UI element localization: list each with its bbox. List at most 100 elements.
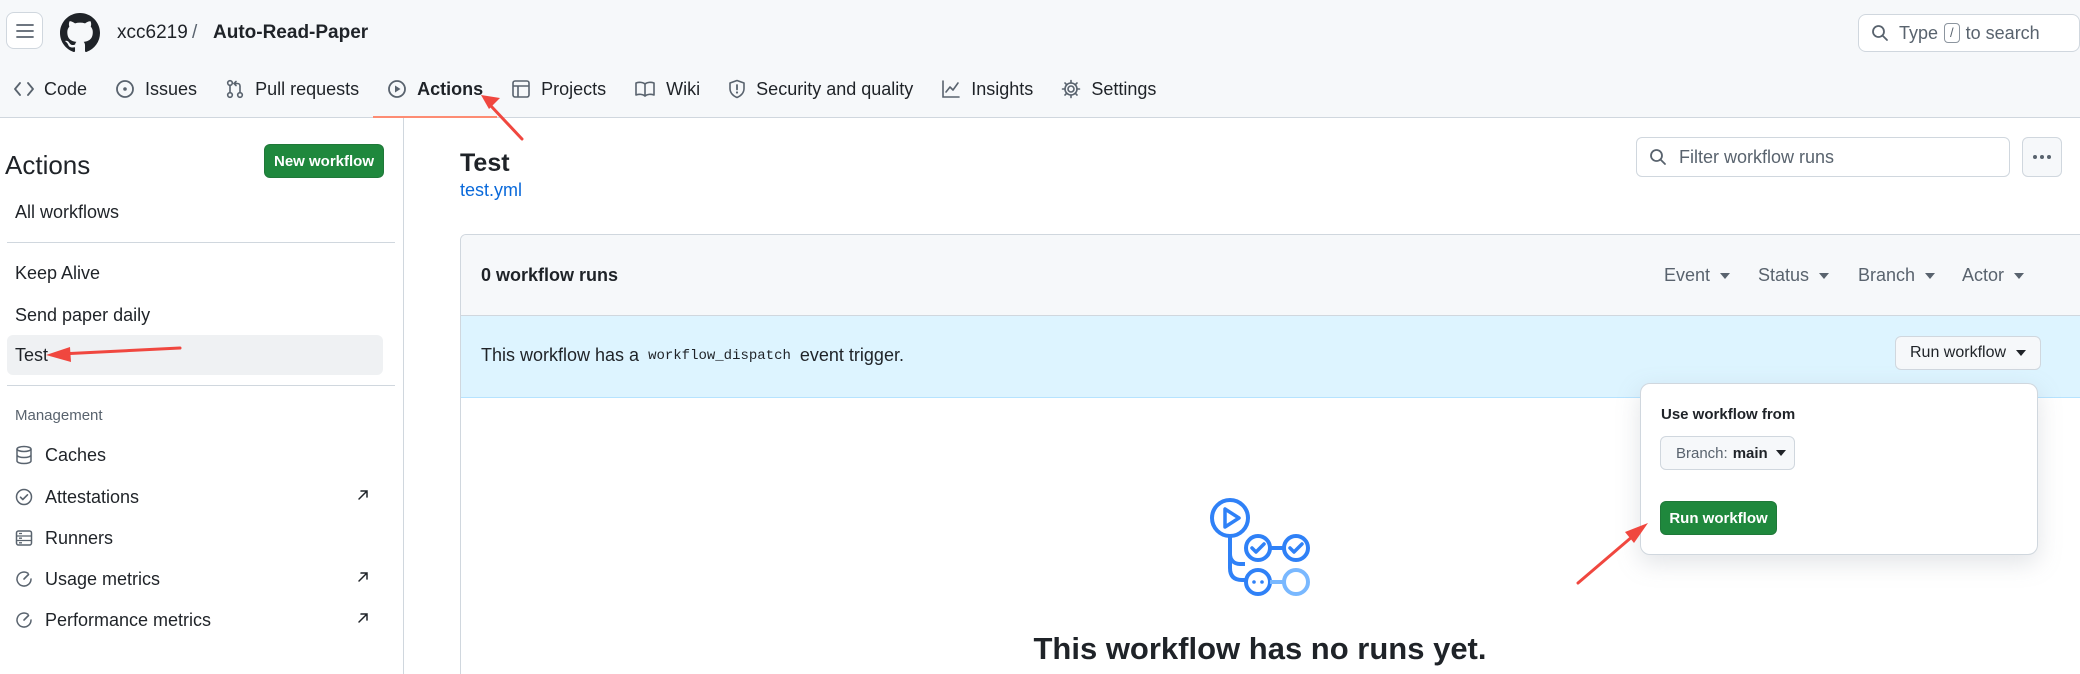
filter-label: Branch [1858,265,1916,285]
new-workflow-button[interactable]: New workflow [264,144,384,178]
info-code: workflow_dispatch [648,347,791,364]
book-icon [635,81,655,97]
sidebar-item-attestations[interactable]: Attestations [7,477,383,517]
play-icon [388,80,407,98]
sidebar-divider [7,242,395,243]
sidebar-item-label: Caches [45,444,107,465]
info-suffix: event trigger. [799,345,904,365]
sidebar-item-test[interactable]: Test [7,335,383,375]
sidebar-item-all-workflows[interactable]: All workflows [7,192,383,232]
repo-tabs: Code Issues Pull requests Actions Projec… [0,70,1170,118]
meter-icon [16,612,32,628]
menu-button[interactable] [6,12,43,49]
breadcrumb-repo[interactable]: Auto-Read-Paper [213,20,368,46]
git-pull-request-icon [226,79,244,99]
sidebar-item-send-paper-daily[interactable]: Send paper daily [7,295,383,335]
caret-down-icon [2014,272,2025,279]
management-heading: Management [15,407,103,424]
sidebar-item-label: All workflows [15,201,120,222]
search-icon [1650,149,1666,165]
more-options-button[interactable] [2022,137,2062,177]
workflow-graph-icon [1210,498,1310,596]
search-icon [1872,25,1888,41]
caret-down-icon [1819,272,1830,279]
sidebar-item-label: Send paper daily [15,304,151,325]
filter-event-dropdown[interactable]: Event [1664,265,1731,286]
external-link-icon [358,490,368,500]
info-prefix: This workflow has a [481,345,640,365]
sidebar-item-keep-alive[interactable]: Keep Alive [7,253,383,293]
meter-icon [16,571,32,587]
run-workflow-dropdown[interactable]: Run workflow [1895,336,2041,370]
database-icon [16,445,32,465]
branch-value: main [1732,444,1768,462]
tab-wiki[interactable]: Wiki [620,70,714,108]
actions-sidebar: Actions New workflow All workflows Keep … [0,118,404,674]
tab-security[interactable]: Security and quality [714,70,927,108]
sidebar-divider [7,385,395,386]
use-workflow-from-label: Use workflow from [1661,406,1796,423]
shield-icon [729,79,745,99]
branch-prefix: Branch: [1676,444,1728,462]
sidebar-item-label: Performance metrics [45,609,212,630]
code-icon [14,82,34,96]
tab-label: Settings [1091,78,1157,99]
tab-pull-requests[interactable]: Pull requests [211,70,373,108]
filter-label: Actor [1962,265,2005,285]
external-link-icon [358,613,368,623]
breadcrumb-owner[interactable]: xcc6219 [117,20,188,46]
tab-label: Projects [541,78,607,99]
sidebar-item-runners[interactable]: Runners [7,518,383,558]
breadcrumb-separator: / [192,22,198,43]
run-workflow-dropdown-label: Run workflow [1909,344,2007,361]
filter-workflow-runs-input[interactable]: Filter workflow runs [1636,137,2010,177]
filter-placeholder: Filter workflow runs [1679,146,1835,167]
filter-branch-dropdown[interactable]: Branch [1858,265,1936,286]
tab-label: Actions [417,78,484,99]
hamburger-icon [15,23,34,38]
branch-select[interactable]: Branch: main [1660,436,1795,470]
global-search-input[interactable]: Type / to search [1858,14,2080,52]
run-workflow-button[interactable]: Run workflow [1660,501,1777,535]
tab-insights[interactable]: Insights [927,70,1047,108]
graph-icon [942,80,961,98]
tab-projects[interactable]: Projects [497,70,620,108]
workflow-title: Test [460,149,510,177]
run-workflow-popover: Use workflow from Branch: main Run workf… [1640,383,2038,555]
search-suffix: to search [1965,22,2040,43]
tab-actions[interactable]: Actions [373,70,498,118]
runs-box-header: 0 workflow runs Event Status Branch Acto… [461,235,2080,316]
sidebar-item-caches[interactable]: Caches [7,435,383,475]
workflow-file-link[interactable]: test.yml [460,180,522,201]
table-icon [512,80,530,98]
tab-label: Issues [145,78,198,99]
repo-header: xcc6219 / Auto-Read-Paper Type / to sear… [0,0,2080,118]
search-prefix: Type [1899,22,1939,43]
sidebar-item-label: Usage metrics [45,568,161,589]
tab-settings[interactable]: Settings [1047,70,1170,108]
gear-icon [1062,79,1081,99]
sidebar-item-label: Attestations [45,486,140,507]
caret-down-icon [2016,350,2027,356]
filter-status-dropdown[interactable]: Status [1758,265,1830,286]
external-link-icon [358,572,368,582]
tab-label: Wiki [666,78,701,99]
caret-down-icon [1775,450,1786,456]
dispatch-info-text: This workflow has a workflow_dispatch ev… [481,345,904,366]
tab-label: Pull requests [255,78,360,99]
github-logo-icon[interactable] [60,13,100,53]
sidebar-item-label: Test [15,344,49,365]
sidebar-title: Actions [5,150,91,180]
sidebar-item-label: Keep Alive [15,262,101,283]
search-shortcut-key: / [1944,23,1960,43]
filter-actor-dropdown[interactable]: Actor [1962,265,2025,286]
tab-label: Security and quality [756,78,914,99]
tab-label: Code [44,78,88,99]
tab-code[interactable]: Code [0,70,101,108]
sidebar-item-usage-metrics[interactable]: Usage metrics [7,559,383,599]
runs-count: 0 workflow runs [481,265,619,285]
filter-label: Event [1664,265,1711,285]
tab-issues[interactable]: Issues [101,70,211,108]
sidebar-item-label: Runners [45,527,114,548]
server-icon [15,530,33,546]
